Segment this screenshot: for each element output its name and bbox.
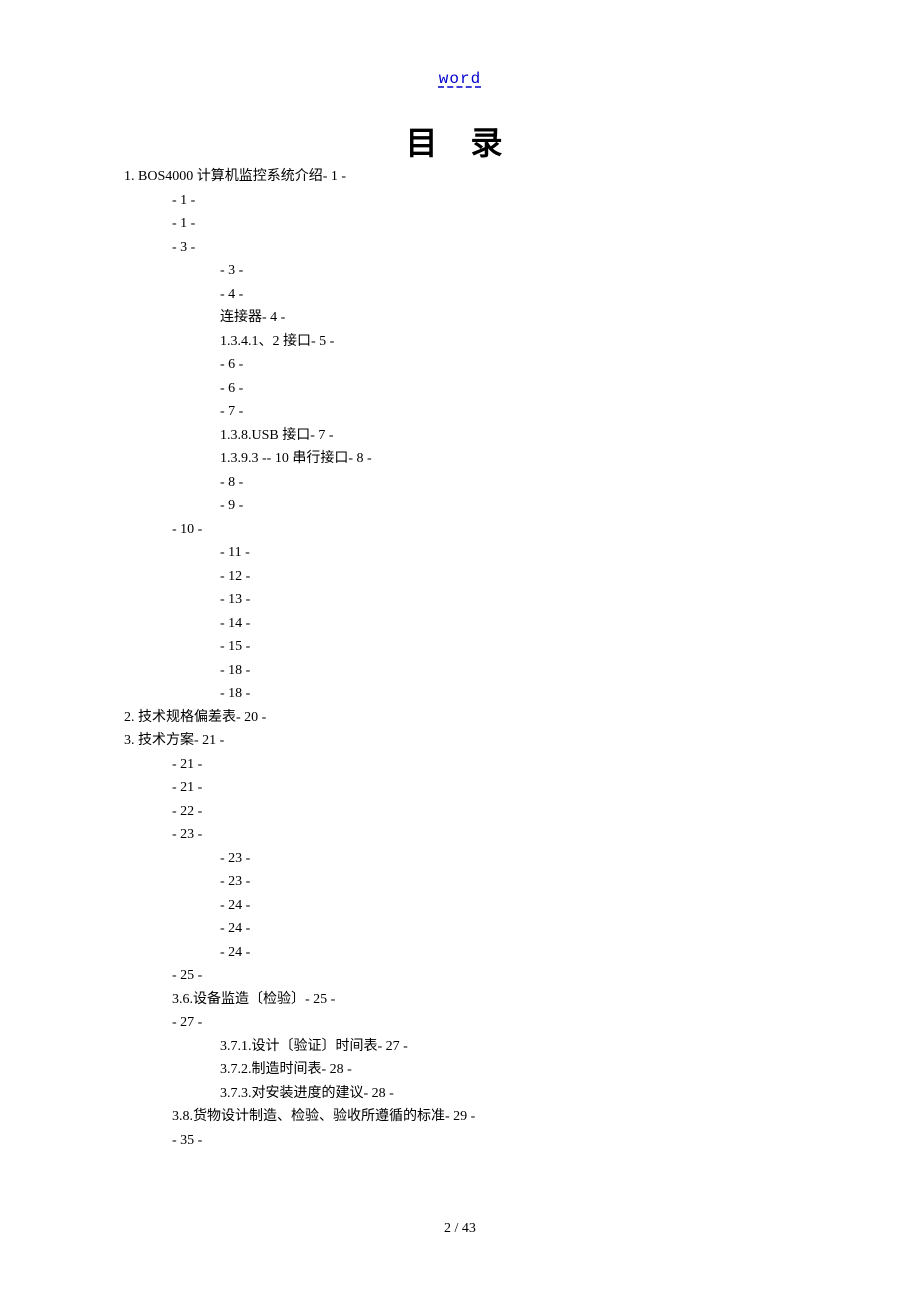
toc-entry[interactable]: - 3 - <box>172 236 804 260</box>
page-title: 目 录 <box>0 118 920 164</box>
toc-entry[interactable]: - 24 - <box>220 917 804 941</box>
toc-entry[interactable]: - 1 - <box>172 189 804 213</box>
toc-entry[interactable]: 1.3.4.1、2 接口- 5 - <box>220 330 804 354</box>
page-footer: 2 / 43 <box>0 1221 920 1237</box>
toc-entry[interactable]: - 12 - <box>220 565 804 589</box>
toc-entry[interactable]: - 21 - <box>172 776 804 800</box>
toc-entry[interactable]: - 4 - <box>220 283 804 307</box>
toc-entry[interactable]: - 8 - <box>220 471 804 495</box>
toc-entry[interactable]: - 18 - <box>220 682 804 706</box>
toc-entry[interactable]: - 10 - <box>172 518 804 542</box>
toc-entry[interactable]: - 7 - <box>220 400 804 424</box>
toc-entry[interactable]: 3. 技术方案- 21 - <box>124 729 804 753</box>
toc-entry[interactable]: - 6 - <box>220 353 804 377</box>
toc-entry[interactable]: - 25 - <box>172 964 804 988</box>
toc-entry[interactable]: 3.8.货物设计制造、检验、验收所遵循的标准- 29 - <box>172 1105 804 1129</box>
toc-entry[interactable]: - 22 - <box>172 800 804 824</box>
toc-entry[interactable]: 1. BOS4000 计算机监控系统介绍- 1 - <box>124 165 804 189</box>
toc-entry[interactable]: - 1 - <box>172 212 804 236</box>
toc-entry[interactable]: 3.7.2.制造时间表- 28 - <box>220 1058 804 1082</box>
toc-entry[interactable]: - 6 - <box>220 377 804 401</box>
toc-entry[interactable]: - 23 - <box>172 823 804 847</box>
toc-entry[interactable]: - 11 - <box>220 541 804 565</box>
toc-entry[interactable]: - 18 - <box>220 659 804 683</box>
toc-entry[interactable]: - 35 - <box>172 1129 804 1153</box>
toc-entry[interactable]: - 23 - <box>220 847 804 871</box>
toc-entry[interactable]: - 14 - <box>220 612 804 636</box>
toc-entry[interactable]: - 13 - <box>220 588 804 612</box>
header-link[interactable]: word <box>0 70 920 88</box>
toc-entry[interactable]: - 23 - <box>220 870 804 894</box>
toc-entry[interactable]: - 24 - <box>220 894 804 918</box>
toc-entry[interactable]: 1.3.9.3 -- 10 串行接口- 8 - <box>220 447 804 471</box>
toc-entry[interactable]: 2. 技术规格偏差表- 20 - <box>124 706 804 730</box>
toc-entry[interactable]: 3.7.1.设计〔验证〕时间表- 27 - <box>220 1035 804 1059</box>
toc-entry[interactable]: 连接器- 4 - <box>220 306 804 330</box>
toc-entry[interactable]: - 24 - <box>220 941 804 965</box>
toc-entry[interactable]: 3.6.设备监造〔检验〕- 25 - <box>172 988 804 1012</box>
toc-entry[interactable]: - 27 - <box>172 1011 804 1035</box>
toc-entry[interactable]: - 21 - <box>172 753 804 777</box>
toc-container: 1. BOS4000 计算机监控系统介绍- 1 -- 1 -- 1 -- 3 -… <box>124 165 804 1152</box>
toc-entry[interactable]: 3.7.3.对安装进度的建议- 28 - <box>220 1082 804 1106</box>
toc-entry[interactable]: - 3 - <box>220 259 804 283</box>
toc-entry[interactable]: - 9 - <box>220 494 804 518</box>
toc-entry[interactable]: 1.3.8.USB 接口- 7 - <box>220 424 804 448</box>
toc-entry[interactable]: - 15 - <box>220 635 804 659</box>
